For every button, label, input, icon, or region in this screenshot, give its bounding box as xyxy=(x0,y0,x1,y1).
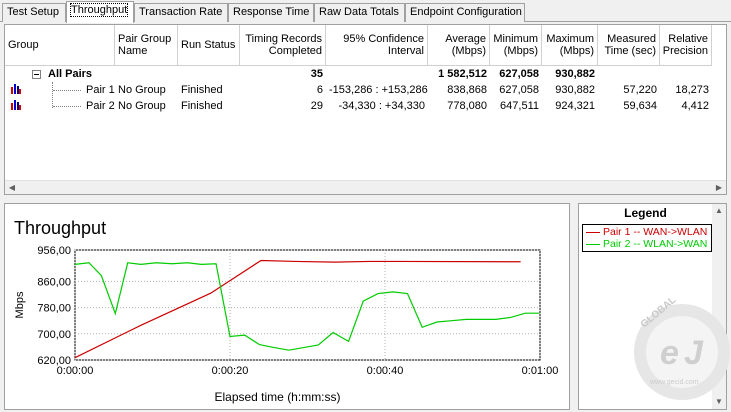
run-status-cell: Finished xyxy=(181,84,223,96)
scroll-right-icon[interactable]: ▶ xyxy=(712,181,726,195)
group-cell: All Pairs xyxy=(48,68,93,80)
bar-chart-icon xyxy=(11,100,21,110)
minimum-cell: 647,511 xyxy=(500,100,539,112)
tab-test-setup[interactable]: Test Setup xyxy=(2,3,66,22)
throughput-chart-panel: Throughput Elapsed time (h:mm:ss) Mbps 6… xyxy=(4,203,570,410)
column-header-minimum[interactable]: Minimum (Mbps) xyxy=(490,25,542,66)
svg-text:www.gecid.com: www.gecid.com xyxy=(649,379,699,386)
legend-title: Legend xyxy=(624,206,667,220)
relative-precision-cell: 18,273 xyxy=(675,84,709,96)
x-tick-label: 0:00:40 xyxy=(367,365,404,377)
tab-bar: Test Setup Throughput Transaction Rate R… xyxy=(0,0,731,23)
run-status-cell: Finished xyxy=(181,100,223,112)
measured-time-cell: 57,220 xyxy=(623,84,657,96)
group-cell: Pair 2 xyxy=(86,100,115,112)
confidence-cell: -153,286 : +153,286 xyxy=(329,84,428,96)
relative-precision-cell: 4,412 xyxy=(681,100,709,112)
maximum-cell: 924,321 xyxy=(555,100,595,112)
legend-item-pair-2[interactable]: Pair 2 -- WLAN->WAN xyxy=(586,238,711,250)
average-cell: 778,080 xyxy=(447,100,487,112)
y-tick-label: 956,00 xyxy=(37,245,71,257)
column-header-timing-records[interactable]: Timing Records Completed xyxy=(240,25,326,66)
timing-records-cell: 29 xyxy=(310,100,323,112)
bar-chart-icon xyxy=(11,84,21,94)
column-header-measured-time[interactable]: Measured Time (sec) xyxy=(598,25,660,66)
pair-group-name-cell: No Group xyxy=(118,100,166,112)
plot-area xyxy=(74,249,541,361)
confidence-cell: -34,330 : +34,330 xyxy=(338,100,425,112)
y-tick-label: 780,00 xyxy=(37,303,71,315)
x-axis-label: Elapsed time (h:mm:ss) xyxy=(214,390,340,404)
tree-line xyxy=(53,106,81,107)
x-tick-label: 0:01:00 xyxy=(522,365,559,377)
legend-box: Pair 1 -- WAN->WLAN Pair 2 -- WLAN->WAN xyxy=(582,224,712,252)
tab-response-time[interactable]: Response Time xyxy=(228,3,314,22)
group-cell: Pair 1 xyxy=(86,84,115,96)
tab-throughput[interactable]: Throughput xyxy=(66,1,134,23)
timing-records-cell: 35 xyxy=(310,68,323,80)
minimum-cell: 627,058 xyxy=(499,84,539,96)
svg-text:e: e xyxy=(660,334,679,372)
column-header-maximum[interactable]: Maximum (Mbps) xyxy=(542,25,598,66)
y-tick-label: 860,00 xyxy=(37,276,71,288)
pair-group-name-cell: No Group xyxy=(118,84,166,96)
maximum-cell: 930,882 xyxy=(555,68,595,80)
tab-transaction-rate[interactable]: Transaction Rate xyxy=(134,3,228,22)
scroll-up-icon[interactable]: ▲ xyxy=(712,204,726,218)
legend-item-pair-1[interactable]: Pair 1 -- WAN->WLAN xyxy=(586,226,711,238)
column-header-group[interactable]: Group xyxy=(5,25,115,66)
scroll-left-icon[interactable]: ◀ xyxy=(5,181,19,195)
x-tick-label: 0:00:00 xyxy=(57,365,94,377)
horizontal-scrollbar[interactable]: ◀ ▶ xyxy=(5,180,726,194)
tab-endpoint-configuration[interactable]: Endpoint Configuration xyxy=(405,3,525,22)
column-header-relative-precision[interactable]: Relative Precision xyxy=(660,25,712,66)
gecid-watermark-logo: GLOBAL e J www.gecid.com xyxy=(634,295,730,400)
tree-line xyxy=(52,82,53,108)
column-header-run-status[interactable]: Run Status xyxy=(178,25,240,66)
tab-raw-data-totals[interactable]: Raw Data Totals xyxy=(314,3,405,22)
y-tick-label: 700,00 xyxy=(37,329,71,341)
y-axis-label: Mbps xyxy=(14,291,26,318)
maximum-cell: 930,882 xyxy=(555,84,595,96)
column-header-confidence[interactable]: 95% Confidence Interval xyxy=(326,25,428,66)
average-cell: 838,868 xyxy=(447,84,487,96)
minimum-cell: 627,058 xyxy=(499,68,539,80)
x-tick-label: 0:00:20 xyxy=(212,365,249,377)
column-header-average[interactable]: Average (Mbps) xyxy=(428,25,490,66)
column-header-pair-group-name[interactable]: Pair Group Name xyxy=(115,25,178,66)
timing-records-cell: 6 xyxy=(316,84,323,96)
svg-text:J: J xyxy=(684,334,704,372)
measured-time-cell: 59,634 xyxy=(623,100,657,112)
chart-title: Throughput xyxy=(14,218,106,238)
results-grid: Group Pair Group Name Run Status Timing … xyxy=(4,24,727,195)
average-cell: 1 582,512 xyxy=(438,68,487,80)
throughput-chart: Throughput Elapsed time (h:mm:ss) Mbps 6… xyxy=(14,218,559,404)
tree-line xyxy=(53,90,81,91)
collapse-icon[interactable] xyxy=(32,70,41,79)
